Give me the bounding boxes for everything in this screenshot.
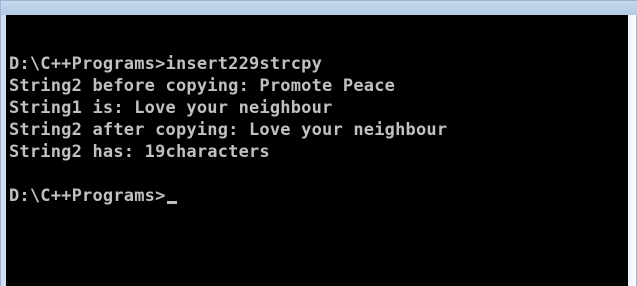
console-line-output: String2 after copying: Love your neighbo… xyxy=(9,120,448,140)
console-prompt-line[interactable]: D:\C++Programs> xyxy=(9,185,628,207)
console-line-output: String2 has: 19characters xyxy=(9,142,270,162)
console-line-output: String2 before copying: Promote Peace xyxy=(9,76,396,96)
console-line-output: String1 is: Love your neighbour xyxy=(9,98,333,118)
console-line-command: D:\C++Programs>insert229strcpy xyxy=(9,54,323,74)
text-cursor xyxy=(166,201,177,204)
console-output[interactable]: D:\C++Programs>insert229strcpy String2 b… xyxy=(6,15,628,286)
console-prompt-text: D:\C++Programs> xyxy=(9,186,166,206)
command-prompt-window: D:\C++Programs>insert229strcpy String2 b… xyxy=(0,0,637,286)
window-title-bar[interactable] xyxy=(1,1,637,15)
